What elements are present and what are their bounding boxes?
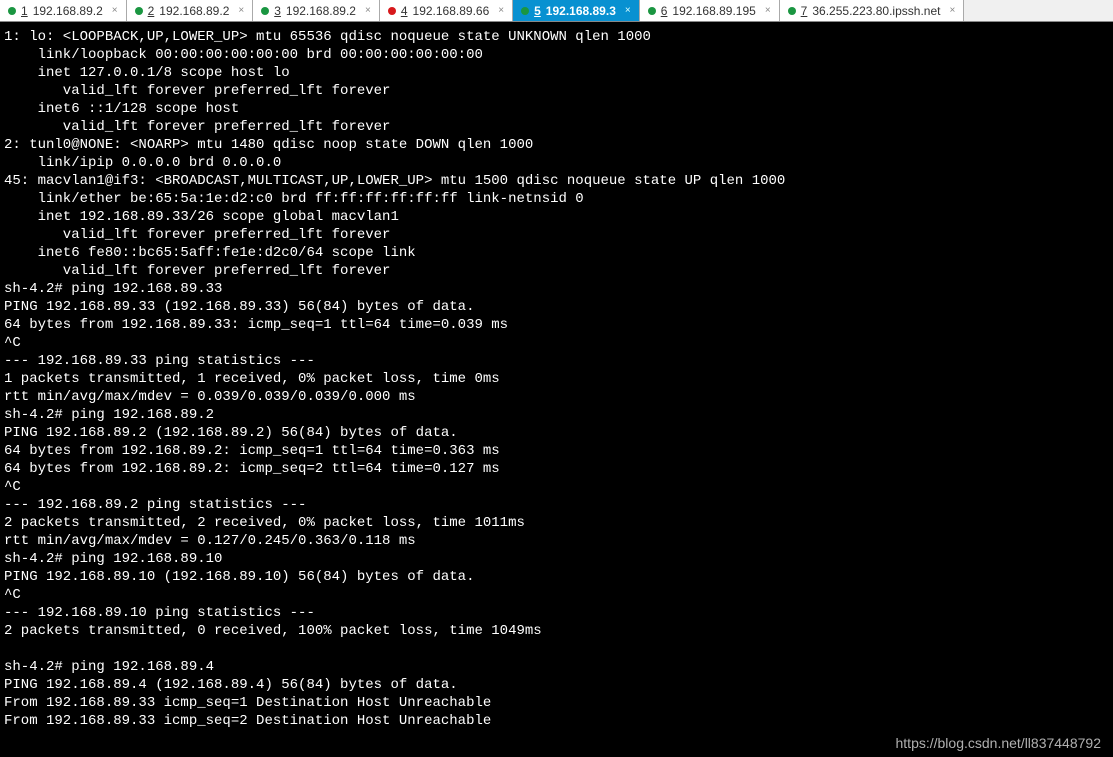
tab-6[interactable]: 6 192.168.89.195 ×	[640, 0, 780, 21]
close-icon[interactable]: ×	[945, 5, 955, 16]
tab-ip: 192.168.89.2	[33, 4, 103, 18]
close-icon[interactable]: ×	[494, 5, 504, 16]
close-icon[interactable]: ×	[761, 5, 771, 16]
tab-num: 3	[274, 4, 281, 18]
status-dot-icon	[261, 7, 269, 15]
tab-num: 4	[401, 4, 408, 18]
tab-ip: 192.168.89.2	[159, 4, 229, 18]
status-dot-icon	[788, 7, 796, 15]
tab-num: 5	[534, 4, 541, 18]
tab-num: 2	[148, 4, 155, 18]
tab-4[interactable]: 4 192.168.89.66 ×	[380, 0, 513, 21]
close-icon[interactable]: ×	[108, 5, 118, 16]
status-dot-icon	[648, 7, 656, 15]
status-dot-icon	[135, 7, 143, 15]
tab-ip: 192.168.89.2	[286, 4, 356, 18]
close-icon[interactable]: ×	[621, 5, 631, 16]
tab-ip: 192.168.89.195	[672, 4, 755, 18]
tab-num: 7	[801, 4, 808, 18]
watermark: https://blog.csdn.net/ll837448792	[896, 735, 1102, 751]
tab-1[interactable]: 1 192.168.89.2 ×	[0, 0, 127, 21]
status-dot-icon	[388, 7, 396, 15]
close-icon[interactable]: ×	[234, 5, 244, 16]
tab-ip: 192.168.89.66	[413, 4, 490, 18]
close-icon[interactable]: ×	[361, 5, 371, 16]
terminal-output[interactable]: 1: lo: <LOOPBACK,UP,LOWER_UP> mtu 65536 …	[0, 22, 1113, 757]
status-dot-icon	[8, 7, 16, 15]
tab-bar: 1 192.168.89.2 × 2 192.168.89.2 × 3 192.…	[0, 0, 1113, 22]
tab-7[interactable]: 7 36.255.223.80.ipssh.net ×	[780, 0, 965, 21]
status-dot-icon	[521, 7, 529, 15]
tab-2[interactable]: 2 192.168.89.2 ×	[127, 0, 254, 21]
tab-ip: 192.168.89.3	[546, 4, 616, 18]
tab-3[interactable]: 3 192.168.89.2 ×	[253, 0, 380, 21]
tab-num: 6	[661, 4, 668, 18]
tab-num: 1	[21, 4, 28, 18]
tab-ip: 36.255.223.80.ipssh.net	[812, 4, 940, 18]
tab-5[interactable]: 5 192.168.89.3 ×	[513, 0, 640, 21]
